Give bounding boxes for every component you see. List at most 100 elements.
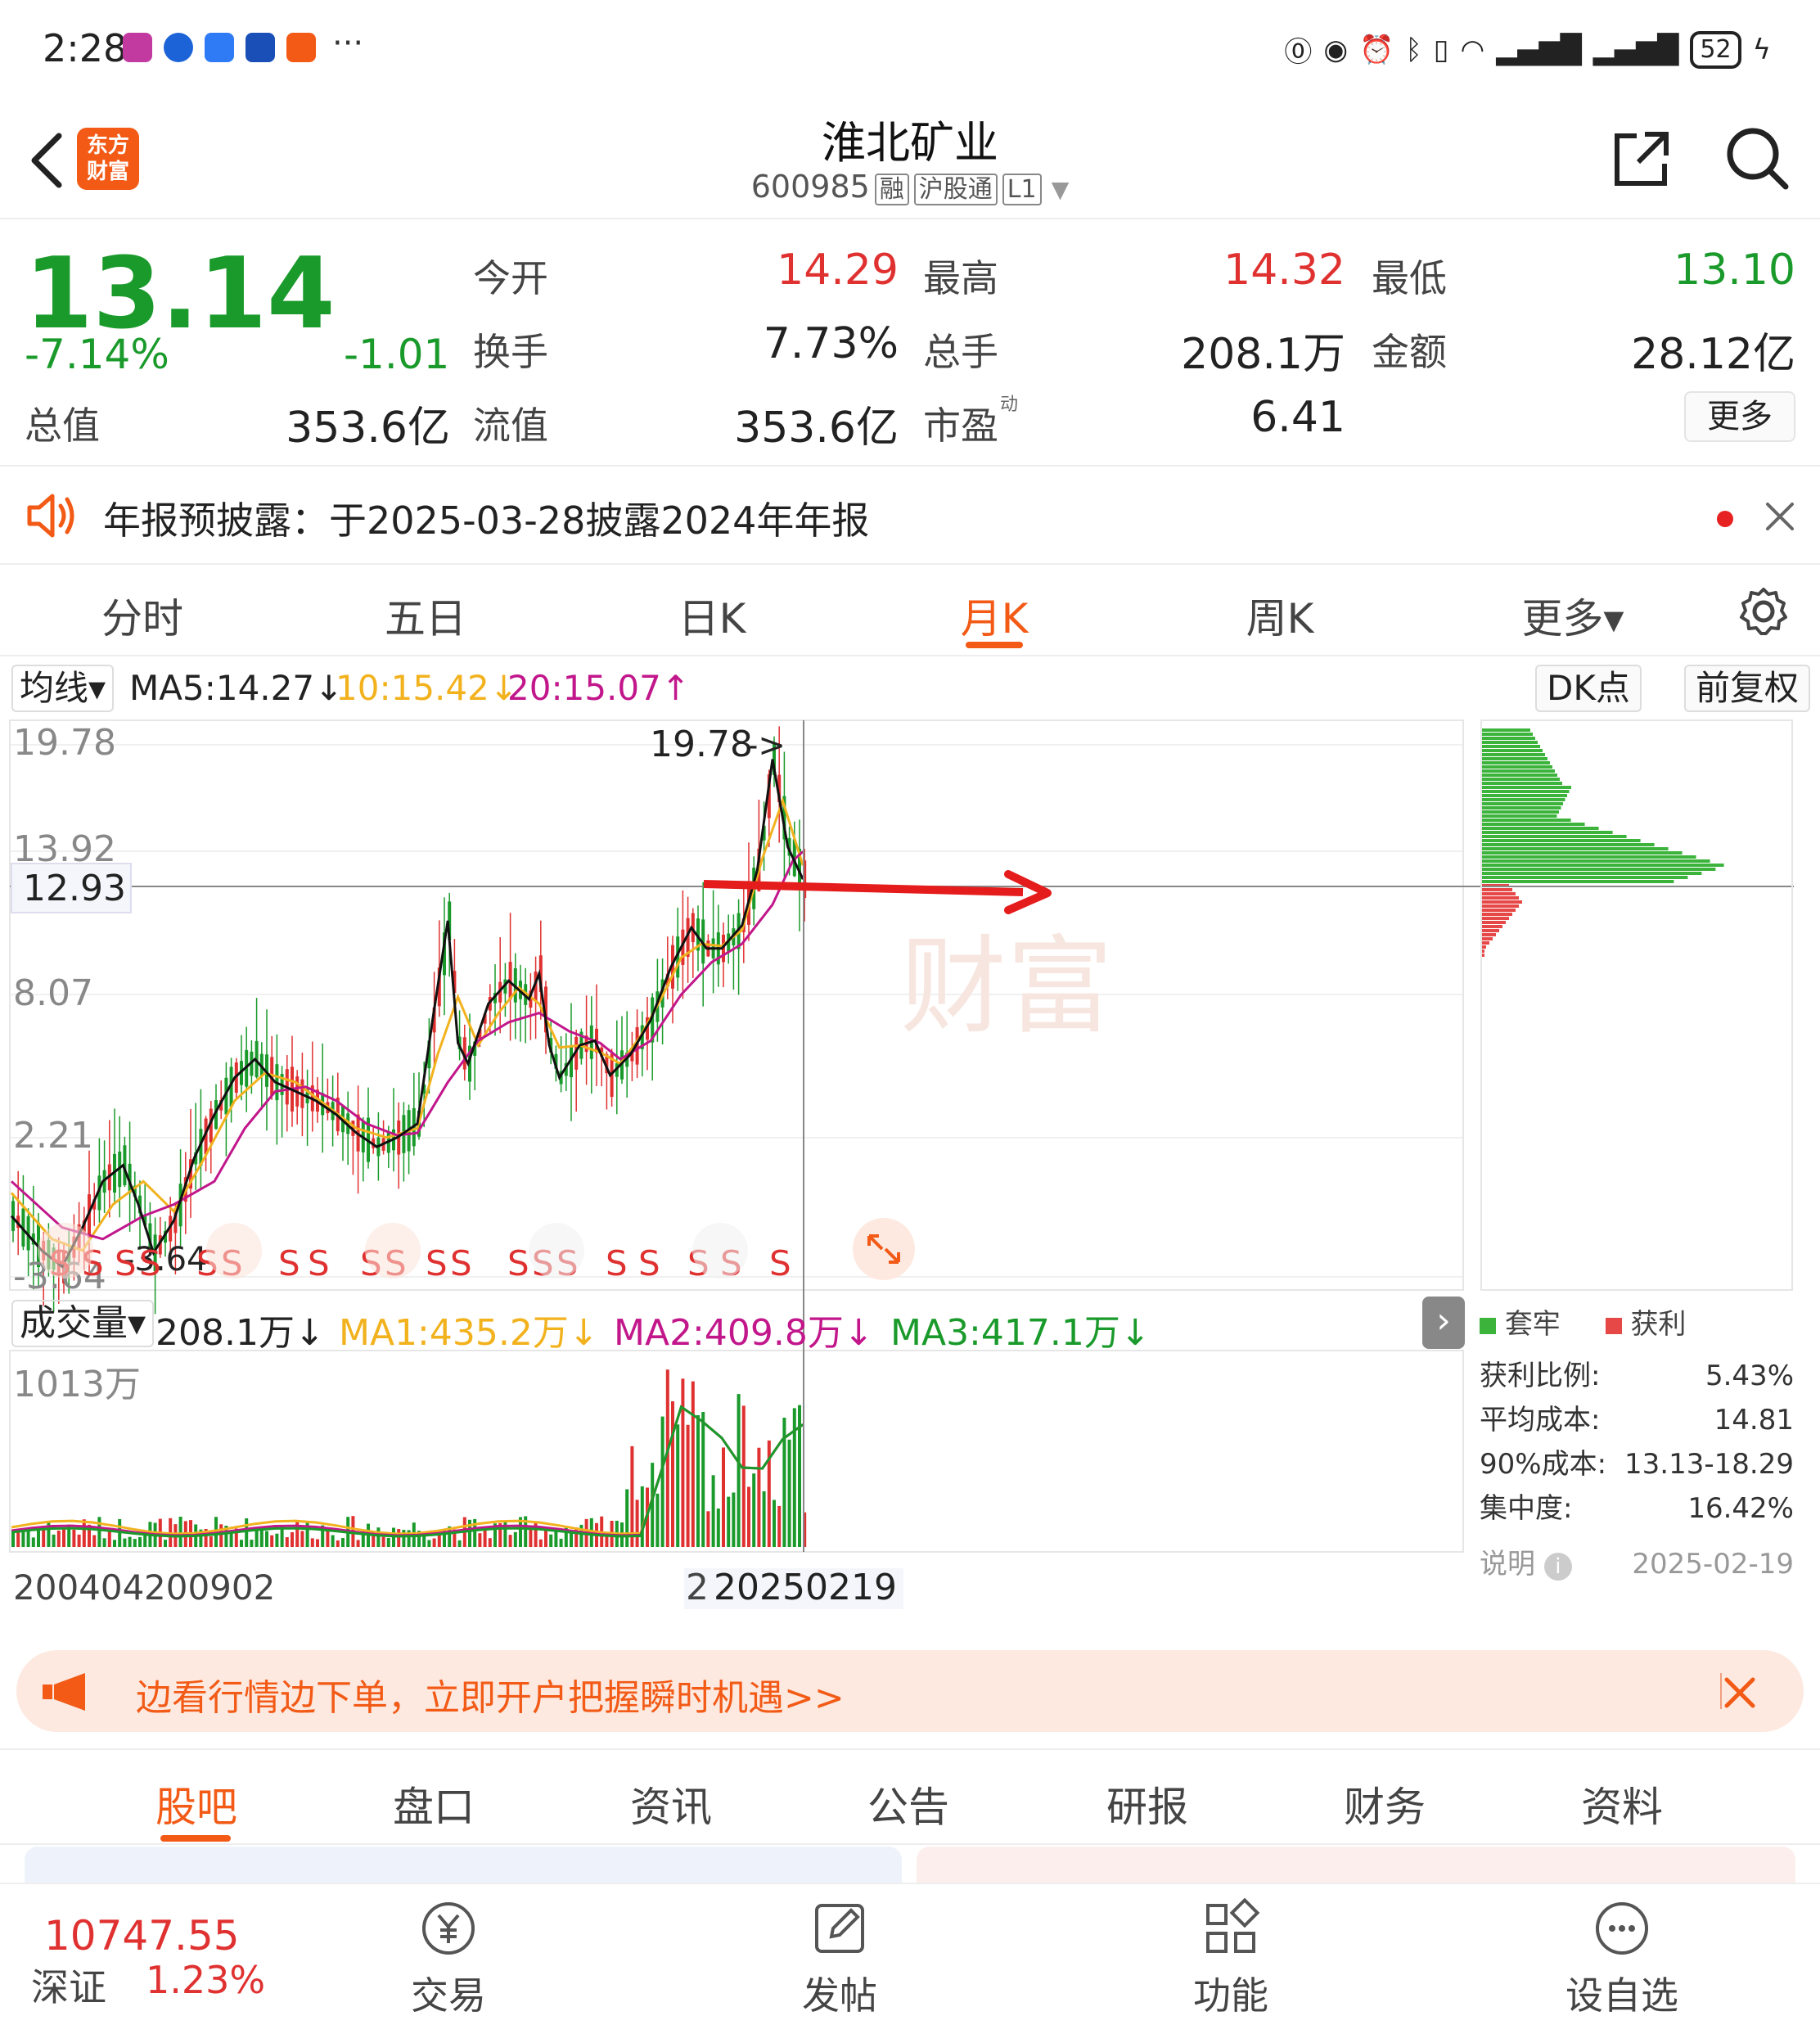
chip-bar-trapped [1481, 737, 1535, 740]
crosshair-price: 12.93 [23, 868, 126, 909]
chip-bar-trapped [1481, 835, 1627, 838]
expand-panel-button[interactable]: › [1422, 1297, 1465, 1349]
sell-signal: S [638, 1243, 660, 1283]
close-icon[interactable] [1717, 1670, 1763, 1716]
volume-bar [722, 1447, 725, 1547]
sell-signal: S [769, 1243, 791, 1283]
tab-weekly-k[interactable]: 周K [1198, 586, 1362, 645]
status-more-icon: ··· [332, 25, 364, 62]
nav-trade[interactable]: 交易 [375, 1897, 522, 2020]
fullscreen-icon[interactable] [853, 1218, 915, 1280]
tab-research[interactable]: 研报 [1065, 1775, 1229, 1833]
legend-swatch-trapped [1480, 1317, 1496, 1334]
chip-stat-label: 集中度: [1480, 1492, 1573, 1525]
market-cap-value: 353.6亿 [286, 404, 450, 453]
chip-bar-trapped [1481, 864, 1724, 867]
index-value: 10747.55 [44, 1912, 240, 1960]
volume-bar [138, 1536, 142, 1547]
chip-distribution [1481, 728, 1724, 957]
volume-bar [356, 1540, 360, 1547]
turnover-label: 换手 [473, 330, 548, 374]
chip-stat-label: 获利比例: [1480, 1360, 1601, 1392]
y-label: 2.21 [13, 1115, 93, 1157]
volume-bar [640, 1486, 644, 1547]
tab-intraday[interactable]: 分时 [61, 586, 224, 645]
prev-icon[interactable] [529, 1223, 584, 1279]
volume-bar [31, 1537, 35, 1547]
tab-news[interactable]: 资讯 [589, 1775, 753, 1833]
indicator-dropdown[interactable]: 均线▾ [11, 665, 115, 712]
volume-bar [245, 1518, 249, 1547]
dk-point-button[interactable]: DK点 [1535, 665, 1642, 712]
wifi-icon: ◠ [1460, 33, 1485, 66]
zoom-in-icon[interactable] [365, 1223, 421, 1279]
tab-monthly-k[interactable]: 月K [912, 586, 1076, 645]
zoom-out-icon[interactable] [206, 1223, 262, 1279]
app-notification-icon [286, 33, 316, 62]
volume-bar [752, 1473, 756, 1547]
volume-bar [56, 1530, 61, 1547]
volume-bar [427, 1540, 431, 1547]
gear-icon[interactable] [1738, 586, 1789, 637]
scroll-left-icon[interactable] [38, 1223, 93, 1279]
nav-add-watchlist[interactable]: 设自选 [1548, 1897, 1696, 2020]
tab-pankou[interactable]: 盘口 [352, 1775, 516, 1833]
volume-bar [777, 1505, 782, 1547]
volume-bar [77, 1534, 81, 1547]
volume-bar [681, 1378, 685, 1547]
tab-finance[interactable]: 财务 [1303, 1775, 1466, 1833]
volume-bar [691, 1381, 695, 1547]
watermark: 财富 [900, 924, 1113, 1049]
bluetooth-icon: ᛒ [1405, 33, 1422, 66]
chip-bar-trapped [1481, 786, 1571, 789]
chip-bar-profit [1481, 929, 1499, 932]
promo-banner[interactable]: 边看行情边下单，立即开户把握瞬时机遇>> [16, 1650, 1804, 1732]
high-value: 14.32 [1223, 246, 1345, 295]
announcement-bar[interactable]: 年报预披露：于2025-03-28披露2024年年报 [0, 468, 1820, 565]
volume-ma2: MA2:409.8万↓ [614, 1312, 874, 1354]
stock-code-line[interactable]: 600985 融沪股通 L1 ▼ [0, 169, 1820, 205]
float-cap-value: 353.6亿 [734, 404, 899, 453]
app-notification-icon [205, 33, 234, 62]
search-icon[interactable] [1722, 123, 1791, 192]
tab-profile[interactable]: 资料 [1540, 1775, 1704, 1833]
chip-bar-profit [1481, 888, 1512, 891]
nav-functions[interactable]: 功能 [1157, 1897, 1304, 2020]
change-percent: -7.14% [25, 331, 169, 378]
volume-bar [660, 1416, 664, 1547]
candlesticks [11, 726, 807, 1315]
pe-value: 6.41 [1250, 393, 1345, 442]
chip-bar-trapped [1481, 872, 1702, 875]
volume-bar [316, 1539, 319, 1547]
nav-post[interactable]: 发帖 [766, 1897, 913, 2020]
chip-bar-trapped [1481, 798, 1565, 801]
share-icon[interactable] [1609, 126, 1674, 192]
volume-bar [671, 1401, 674, 1547]
amount-label: 金额 [1372, 330, 1447, 374]
tab-five-day[interactable]: 五日 [344, 586, 507, 645]
chart-grid [10, 744, 1463, 1278]
chip-help[interactable]: 说明 i [1480, 1542, 1572, 1586]
volume-bar [128, 1536, 132, 1547]
tab-more[interactable]: 更多▾ [1491, 586, 1655, 645]
volume-bar [457, 1540, 462, 1547]
chip-bar-trapped [1481, 876, 1688, 879]
grid-icon [1206, 1897, 1260, 1953]
tab-announcements[interactable]: 公告 [827, 1775, 990, 1833]
quote-more-button[interactable]: 更多 [1684, 391, 1795, 442]
chip-bar-trapped [1481, 823, 1585, 826]
chip-bar-trapped [1481, 790, 1570, 793]
volume-dropdown[interactable]: 成交量▾ [11, 1300, 155, 1347]
status-app-icons [123, 33, 316, 62]
tab-guba[interactable]: 股吧 [115, 1775, 278, 1833]
chip-bar-trapped [1481, 810, 1559, 814]
volume-bar [275, 1533, 279, 1547]
adjust-button[interactable]: 前复权 [1684, 665, 1811, 712]
next-icon[interactable] [692, 1223, 748, 1279]
close-icon[interactable] [1759, 496, 1800, 537]
chip-bar-trapped [1481, 782, 1562, 785]
nav-label: 功能 [1193, 1973, 1268, 2018]
volume-bar [178, 1516, 182, 1547]
volume-bar [300, 1531, 304, 1547]
tab-daily-k[interactable]: 日K [630, 586, 794, 645]
